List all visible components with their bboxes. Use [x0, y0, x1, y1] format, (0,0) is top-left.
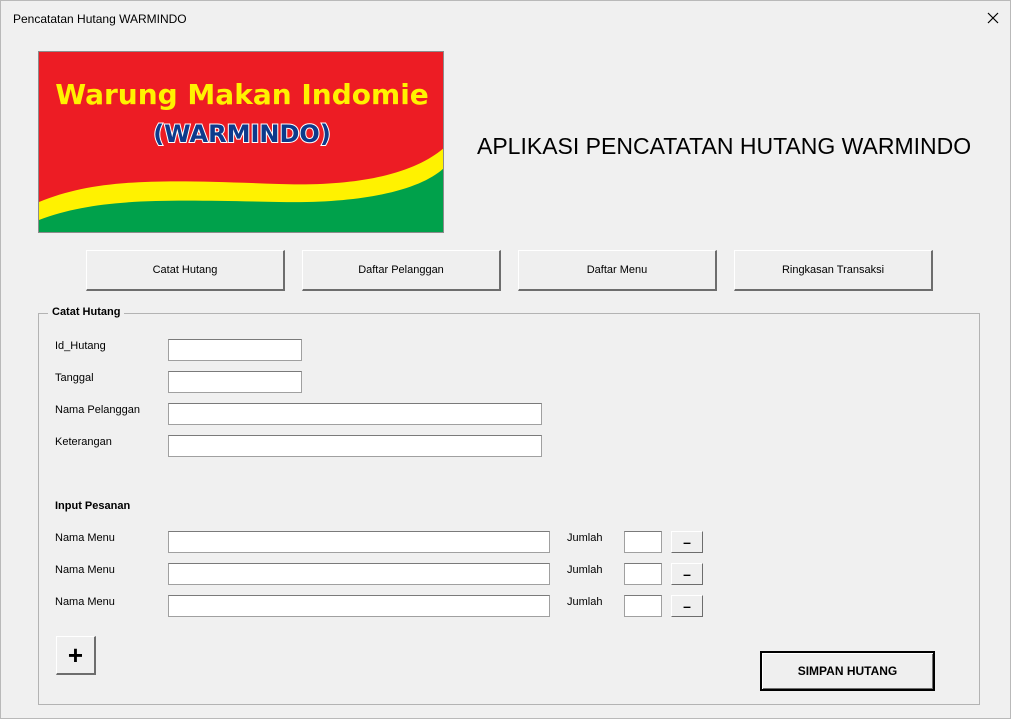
add-order-button[interactable]: + — [56, 636, 96, 675]
keterangan-field[interactable] — [168, 435, 542, 457]
window-title: Pencatatan Hutang WARMINDO — [13, 12, 187, 26]
warmindo-logo: Warung Makan Indomie (WARMINDO) — [38, 51, 444, 233]
nama-menu-field[interactable] — [168, 595, 550, 617]
jumlah-field[interactable] — [624, 595, 662, 617]
jumlah-label: Jumlah — [567, 564, 603, 576]
close-button[interactable] — [976, 1, 1010, 35]
page-title: APLIKASI PENCATATAN HUTANG WARMINDO — [477, 133, 972, 159]
logo-line2: (WARMINDO) — [153, 120, 331, 148]
remove-order-button[interactable]: – — [671, 563, 703, 585]
nama-menu-field[interactable] — [168, 531, 550, 553]
nama-menu-label: Nama Menu — [55, 596, 115, 608]
nama-pelanggan-field[interactable] — [168, 403, 542, 425]
daftar-menu-button[interactable]: Daftar Menu — [518, 250, 717, 291]
nama-menu-field[interactable] — [168, 563, 550, 585]
keterangan-label: Keterangan — [55, 436, 112, 448]
close-icon — [987, 12, 999, 24]
simpan-hutang-button[interactable]: SIMPAN HUTANG — [760, 651, 935, 691]
id-hutang-label: Id_Hutang — [55, 340, 106, 352]
jumlah-label: Jumlah — [567, 596, 603, 608]
nama-pelanggan-label: Nama Pelanggan — [55, 404, 141, 416]
jumlah-field[interactable] — [624, 531, 662, 553]
daftar-pelanggan-button[interactable]: Daftar Pelanggan — [302, 250, 501, 291]
catat-hutang-button[interactable]: Catat Hutang — [86, 250, 285, 291]
remove-order-button[interactable]: – — [671, 595, 703, 617]
title-bar: Pencatatan Hutang WARMINDO — [1, 1, 1010, 37]
remove-order-button[interactable]: – — [671, 531, 703, 553]
logo-line1: Warung Makan Indomie — [55, 78, 429, 111]
id-hutang-field[interactable] — [168, 339, 302, 361]
ringkasan-transaksi-button[interactable]: Ringkasan Transaksi — [734, 250, 933, 291]
tanggal-label: Tanggal — [55, 372, 94, 384]
input-pesanan-heading: Input Pesanan — [55, 500, 131, 512]
nama-menu-label: Nama Menu — [55, 564, 115, 576]
jumlah-label: Jumlah — [567, 532, 603, 544]
tanggal-field[interactable] — [168, 371, 302, 393]
nama-menu-label: Nama Menu — [55, 532, 115, 544]
app-window: Pencatatan Hutang WARMINDO Warung Makan … — [0, 0, 1011, 719]
frame-caption: Catat Hutang — [48, 306, 125, 318]
jumlah-field[interactable] — [624, 563, 662, 585]
